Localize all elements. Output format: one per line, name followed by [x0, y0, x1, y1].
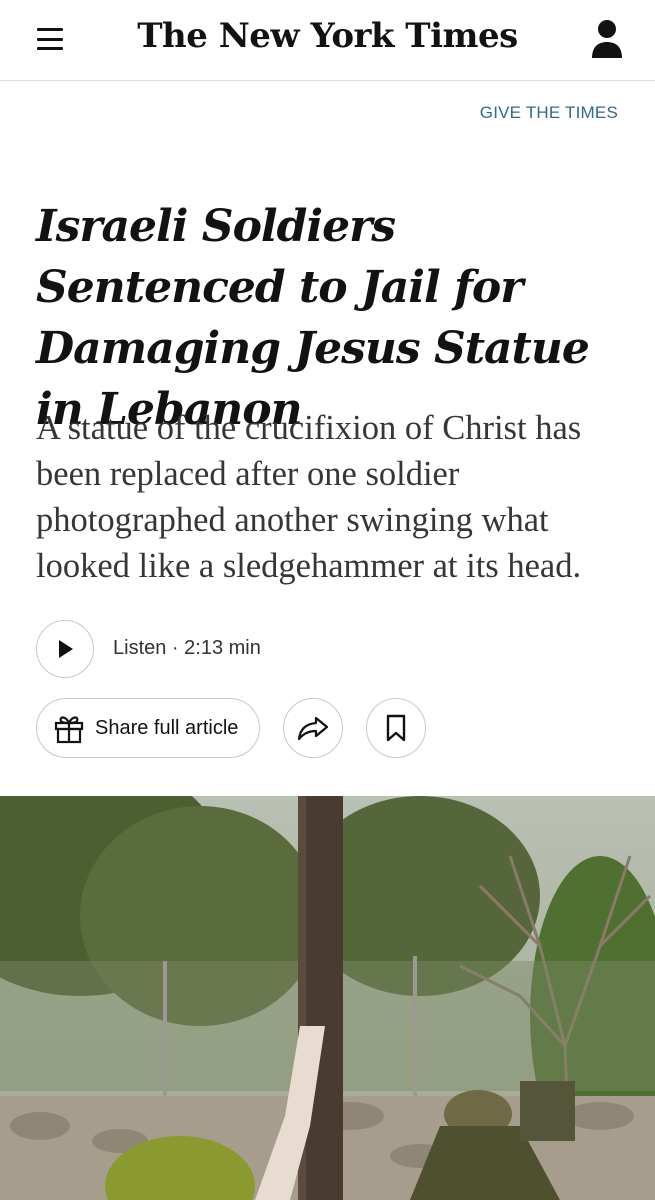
share-arrow-icon [297, 716, 329, 741]
bookmark-icon [386, 714, 406, 742]
user-account-icon[interactable] [588, 18, 626, 60]
gift-icon [53, 712, 85, 744]
play-audio-button[interactable] [36, 620, 94, 678]
listen-duration-label: Listen · 2:13 min [113, 637, 261, 659]
share-arrow-button[interactable] [283, 698, 343, 758]
article-summary: A statue of the crucifixion of Christ ha… [36, 409, 582, 585]
give-the-times-link[interactable]: GIVE THE TIMES [480, 103, 618, 123]
top-bar: The New York Times [0, 0, 655, 81]
article-photo [0, 796, 655, 1200]
share-full-article-button[interactable]: Share full article [36, 698, 260, 758]
share-button-label: Share full article [95, 716, 239, 739]
article-headline: Israeli Soldiers Sentenced to Jail for D… [36, 201, 590, 435]
play-icon [59, 640, 73, 658]
bookmark-button[interactable] [366, 698, 426, 758]
masthead-logo[interactable]: The New York Times [0, 16, 655, 56]
